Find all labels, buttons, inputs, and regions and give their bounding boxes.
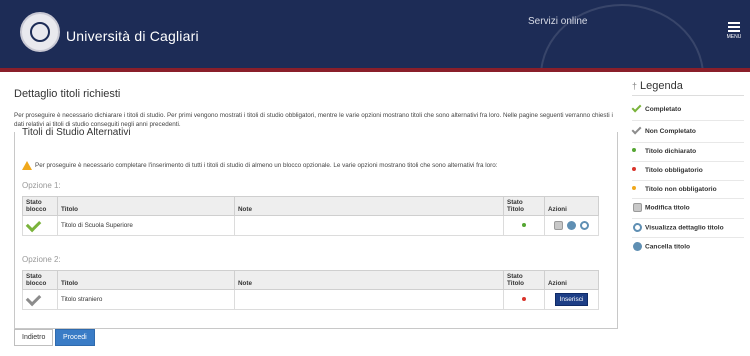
warning-message: Per proseguire è necessario completare l…	[22, 161, 498, 170]
legend-item-label: Titolo non obbligatorio	[645, 185, 717, 193]
legend-item-view: Visualizza dettaglio titolo	[632, 219, 744, 238]
titolo-cell: Titolo di Scuola Superiore	[57, 215, 235, 236]
col-label: Titolo	[507, 206, 525, 213]
legend-title: † Legenda	[632, 80, 744, 96]
completed-check-icon	[25, 216, 42, 233]
col-stato-titolo: Stato Titolo	[503, 196, 545, 216]
note-cell	[234, 215, 504, 236]
legend-item-label: Non Completato	[645, 127, 696, 135]
check-green-icon	[631, 102, 642, 115]
magnifier-icon[interactable]	[579, 221, 589, 230]
green-dot-icon	[632, 147, 641, 155]
hamburger-icon-bar	[728, 30, 740, 32]
legend-item-label: Titolo obbligatorio	[645, 166, 703, 174]
edit-icon	[632, 203, 642, 213]
mandatory-dot-icon	[522, 297, 526, 301]
warning-icon	[22, 161, 32, 170]
legend-item-edit: Modifica titolo	[632, 199, 744, 219]
col-label: Stato	[26, 199, 42, 206]
legend-item-label: Titolo dichiarato	[645, 147, 697, 155]
university-name[interactable]: Università di Cagliari	[66, 28, 199, 44]
azioni-cell	[544, 215, 599, 236]
table-header-row: Stato blocco Titolo Note Stato Titolo Azio…	[22, 270, 599, 290]
legend-item-optional: Titolo non obbligatorio	[632, 181, 744, 200]
col-stato-blocco: Stato blocco	[22, 196, 58, 216]
edit-icon[interactable]	[554, 221, 564, 230]
legend-item-label: Cancella titolo	[645, 243, 691, 251]
option-2-label: Opzione 2:	[22, 255, 61, 264]
legend-panel: † Legenda Completato Non Completato Titol…	[631, 80, 744, 256]
proceed-button[interactable]: Procedi	[55, 329, 95, 346]
col-titolo: Titolo	[57, 270, 235, 290]
col-stato-blocco: Stato blocco	[22, 270, 58, 290]
note-cell	[234, 289, 504, 310]
menu-button[interactable]: MENU	[726, 22, 742, 44]
col-label: Titolo	[507, 280, 525, 287]
col-note: Note	[234, 270, 504, 290]
legend-item-label: Modifica titolo	[645, 204, 690, 212]
hamburger-icon-bar	[728, 26, 740, 28]
col-stato-titolo: Stato Titolo	[503, 270, 545, 290]
legend-item-not-completed: Non Completato	[631, 121, 744, 143]
university-logo[interactable]	[20, 12, 60, 52]
legend-title-text: Legenda	[640, 80, 683, 92]
azioni-cell: Inserisci	[544, 289, 599, 310]
check-gray-icon	[631, 124, 642, 137]
stato-blocco-cell	[22, 289, 58, 310]
col-azioni: Azioni	[544, 270, 599, 290]
stato-titolo-cell	[503, 289, 545, 310]
stato-blocco-cell	[22, 215, 58, 236]
declared-dot-icon	[522, 223, 526, 227]
inserisci-button[interactable]: Inserisci	[554, 293, 589, 306]
seal-watermark	[540, 4, 704, 68]
table-header-row: Stato blocco Titolo Note Stato Titolo Azio…	[22, 196, 599, 216]
header-divider	[0, 68, 750, 72]
legend-item-declared: Titolo dichiarato	[632, 143, 744, 162]
pin-icon: †	[632, 81, 638, 91]
col-label: blocco	[26, 280, 47, 287]
col-label: Stato	[507, 273, 523, 280]
col-titolo: Titolo	[57, 196, 235, 216]
magnifier-icon	[632, 222, 642, 232]
table-row: Titolo straniero Inserisci	[22, 289, 599, 310]
legend-item-completed: Completato	[631, 99, 744, 121]
orange-dot-icon	[632, 185, 641, 193]
col-label: Stato	[26, 273, 42, 280]
option-1-label: Opzione 1:	[22, 181, 61, 190]
logo-emblem-icon	[30, 22, 50, 42]
legend-item-delete: Cancella titolo	[632, 238, 744, 256]
hamburger-icon	[728, 22, 740, 24]
delete-icon	[632, 242, 642, 251]
legend-item-mandatory: Titolo obbligatorio	[632, 162, 744, 181]
fieldset-legend: Titoli di Studio Alternativi	[20, 127, 133, 138]
warning-text: Per proseguire è necessario completare l…	[35, 162, 498, 170]
page-title: Dettaglio titoli richiesti	[14, 88, 121, 100]
legend-item-label: Visualizza dettaglio titolo	[645, 224, 724, 231]
stato-titolo-cell	[503, 215, 545, 236]
col-note: Note	[234, 196, 504, 216]
table-row: Titolo di Scuola Superiore	[22, 215, 599, 236]
option-1-table: Stato blocco Titolo Note Stato Titolo Azio…	[22, 196, 599, 236]
back-button[interactable]: Indietro	[14, 329, 54, 346]
col-azioni: Azioni	[544, 196, 599, 216]
legend-item-label: Completato	[645, 105, 682, 113]
delete-icon[interactable]	[567, 221, 576, 230]
not-completed-check-icon	[25, 290, 42, 307]
titolo-cell: Titolo straniero	[57, 289, 235, 310]
servizi-online-link[interactable]: Servizi online	[528, 16, 587, 27]
option-2-table: Stato blocco Titolo Note Stato Titolo Azio…	[22, 270, 599, 310]
col-label: Stato	[507, 199, 523, 206]
top-header: Università di Cagliari Servizi online ME…	[0, 0, 750, 68]
red-dot-icon	[632, 166, 641, 174]
col-label: blocco	[26, 206, 47, 213]
menu-label: MENU	[726, 34, 742, 40]
